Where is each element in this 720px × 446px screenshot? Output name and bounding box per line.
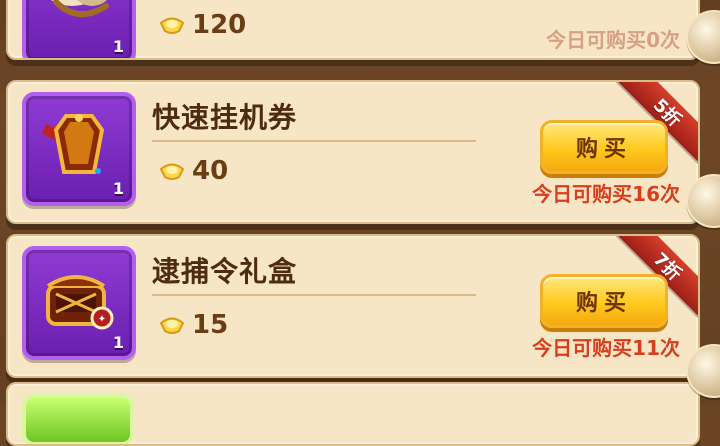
purchase-limit-text: 今日可购买0次 (546, 28, 680, 52)
item-icon-frame (22, 394, 134, 444)
item-quantity: 1 (112, 179, 124, 198)
arrest-warrant-gift-box-icon: ✦ (46, 275, 114, 330)
svg-text:✦: ✦ (98, 314, 106, 325)
price-value: 15 (192, 310, 229, 340)
purchase-limit-text: 今日可购买11次 (532, 336, 680, 360)
item-price: 120 (158, 10, 246, 40)
item-quantity: 1 (112, 37, 124, 56)
item-icon-frame: 1 (22, 92, 136, 206)
gold-ingot-icon (159, 317, 185, 334)
item-quantity: 1 (112, 333, 124, 352)
item-icon-frame: 1 (22, 0, 136, 58)
item-icon-frame: ✦ 1 (22, 246, 136, 360)
buy-button[interactable]: 购买 (540, 120, 668, 174)
item-price: 40 (158, 156, 228, 186)
shop-item-card-bottom (6, 382, 700, 446)
price-value: 120 (192, 10, 247, 40)
divider (152, 294, 476, 296)
shop-item-card: 1 快速挂机券 40 5折 购买 今日可购买16次 (6, 80, 700, 224)
item-name: 快速挂机券 (152, 101, 298, 134)
shop-item-card: ✦ 1 逮捕令礼盒 15 7折 购买 今日可购买11次 (6, 234, 700, 378)
buy-button[interactable]: 购买 (540, 274, 668, 328)
gold-ingot-icon (159, 163, 185, 180)
quick-hangup-ticket-icon (42, 114, 105, 174)
purchase-limit-text: 今日可购买16次 (532, 182, 680, 206)
price-value: 40 (192, 156, 229, 186)
item-name: 逮捕令礼盒 (152, 255, 298, 288)
item-price: 15 (158, 310, 228, 340)
cloud-icon (51, 0, 109, 17)
gold-ingot-icon (159, 17, 185, 34)
shop-item-card-top: 1 120 今日可购买0次 (6, 0, 700, 60)
divider (152, 140, 476, 142)
